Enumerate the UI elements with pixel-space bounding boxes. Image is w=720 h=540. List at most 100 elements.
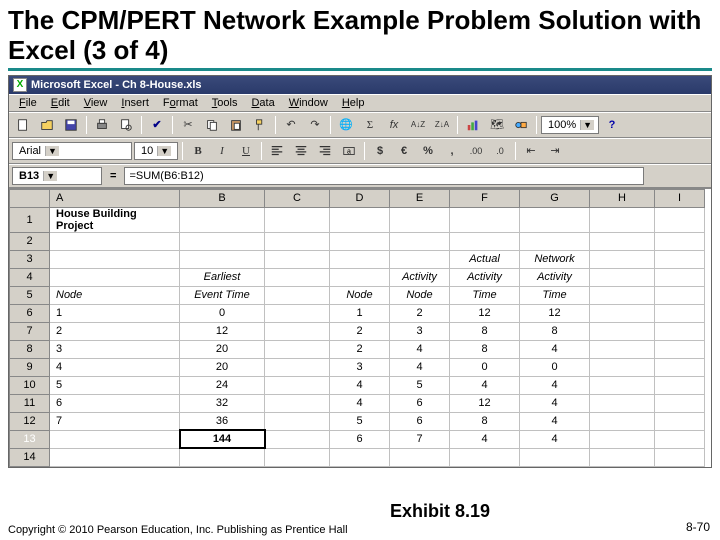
cell-F12[interactable]: 8 <box>450 412 520 430</box>
cell-C5[interactable] <box>265 286 330 304</box>
cell-E10[interactable]: 5 <box>390 376 450 394</box>
cell-D4[interactable] <box>330 268 390 286</box>
drawing-icon[interactable] <box>510 115 532 135</box>
cell-E13[interactable]: 7 <box>390 430 450 448</box>
formula-input[interactable]: =SUM(B6:B12) <box>124 167 644 185</box>
menu-view[interactable]: View <box>78 96 114 110</box>
cell-F11[interactable]: 12 <box>450 394 520 412</box>
cell-E2[interactable] <box>390 232 450 250</box>
cell-E12[interactable]: 6 <box>390 412 450 430</box>
cell-G4[interactable]: Activity <box>520 268 590 286</box>
col-header-I[interactable]: I <box>655 189 705 207</box>
cell-H3[interactable] <box>590 250 655 268</box>
menu-insert[interactable]: Insert <box>115 96 155 110</box>
cell-D8[interactable]: 2 <box>330 340 390 358</box>
cell-I14[interactable] <box>655 448 705 466</box>
col-header-D[interactable]: D <box>330 189 390 207</box>
font-name-combo[interactable]: Arial▼ <box>12 142 132 160</box>
row-header-13[interactable]: 13 <box>10 430 50 448</box>
cell-A4[interactable] <box>50 268 180 286</box>
row-header-1[interactable]: 1 <box>10 207 50 232</box>
row-header-9[interactable]: 9 <box>10 358 50 376</box>
cell-I8[interactable] <box>655 340 705 358</box>
menu-help[interactable]: Help <box>336 96 371 110</box>
cell-F5[interactable]: Time <box>450 286 520 304</box>
menu-window[interactable]: Window <box>283 96 334 110</box>
print-icon[interactable] <box>91 115 113 135</box>
cell-A6[interactable]: 1 <box>50 304 180 322</box>
euro-icon[interactable]: € <box>393 141 415 161</box>
cell-H14[interactable] <box>590 448 655 466</box>
cell-D6[interactable]: 1 <box>330 304 390 322</box>
open-icon[interactable] <box>36 115 58 135</box>
function-icon[interactable]: fx <box>383 115 405 135</box>
cell-I12[interactable] <box>655 412 705 430</box>
cell-A3[interactable] <box>50 250 180 268</box>
cell-B8[interactable]: 20 <box>180 340 265 358</box>
sort-asc-icon[interactable]: A↓Z <box>407 115 429 135</box>
cell-A9[interactable]: 4 <box>50 358 180 376</box>
worksheet-grid[interactable]: ABCDEFGHI1House Building Project23Actual… <box>9 188 711 467</box>
cell-F13[interactable]: 4 <box>450 430 520 448</box>
hyperlink-icon[interactable]: 🌐 <box>335 115 357 135</box>
row-header-8[interactable]: 8 <box>10 340 50 358</box>
new-icon[interactable] <box>12 115 34 135</box>
col-header-E[interactable]: E <box>390 189 450 207</box>
col-header-C[interactable]: C <box>265 189 330 207</box>
cell-B13[interactable]: 144 <box>180 430 265 448</box>
cell-B5[interactable]: Event Time <box>180 286 265 304</box>
cell-E5[interactable]: Node <box>390 286 450 304</box>
menu-edit[interactable]: Edit <box>45 96 76 110</box>
cell-E11[interactable]: 6 <box>390 394 450 412</box>
cell-G14[interactable] <box>520 448 590 466</box>
cell-E7[interactable]: 3 <box>390 322 450 340</box>
cell-G12[interactable]: 4 <box>520 412 590 430</box>
cell-B11[interactable]: 32 <box>180 394 265 412</box>
cell-F7[interactable]: 8 <box>450 322 520 340</box>
cell-C12[interactable] <box>265 412 330 430</box>
cell-C14[interactable] <box>265 448 330 466</box>
cell-A8[interactable]: 3 <box>50 340 180 358</box>
name-box[interactable]: B13▼ <box>12 167 102 185</box>
cell-D1[interactable] <box>330 207 390 232</box>
cell-D3[interactable] <box>330 250 390 268</box>
cell-C13[interactable] <box>265 430 330 448</box>
cell-C10[interactable] <box>265 376 330 394</box>
col-header-F[interactable]: F <box>450 189 520 207</box>
cell-H2[interactable] <box>590 232 655 250</box>
copy-icon[interactable] <box>201 115 223 135</box>
cell-F10[interactable]: 4 <box>450 376 520 394</box>
cell-C3[interactable] <box>265 250 330 268</box>
cell-I3[interactable] <box>655 250 705 268</box>
font-size-combo[interactable]: 10▼ <box>134 142 178 160</box>
col-header-H[interactable]: H <box>590 189 655 207</box>
select-all-corner[interactable] <box>10 189 50 207</box>
cell-G9[interactable]: 0 <box>520 358 590 376</box>
cell-F9[interactable]: 0 <box>450 358 520 376</box>
cell-B12[interactable]: 36 <box>180 412 265 430</box>
cell-B3[interactable] <box>180 250 265 268</box>
cell-A14[interactable] <box>50 448 180 466</box>
row-header-10[interactable]: 10 <box>10 376 50 394</box>
cell-H11[interactable] <box>590 394 655 412</box>
align-left-icon[interactable] <box>266 141 288 161</box>
cell-B7[interactable]: 12 <box>180 322 265 340</box>
menu-tools[interactable]: Tools <box>206 96 244 110</box>
cell-I9[interactable] <box>655 358 705 376</box>
cell-A7[interactable]: 2 <box>50 322 180 340</box>
cell-I11[interactable] <box>655 394 705 412</box>
cell-C4[interactable] <box>265 268 330 286</box>
italic-icon[interactable]: I <box>211 141 233 161</box>
cell-A13[interactable] <box>50 430 180 448</box>
cell-H9[interactable] <box>590 358 655 376</box>
row-header-12[interactable]: 12 <box>10 412 50 430</box>
cell-B10[interactable]: 24 <box>180 376 265 394</box>
cell-I2[interactable] <box>655 232 705 250</box>
menu-data[interactable]: Data <box>245 96 280 110</box>
cell-G5[interactable]: Time <box>520 286 590 304</box>
cell-H1[interactable] <box>590 207 655 232</box>
menu-format[interactable]: Format <box>157 96 204 110</box>
row-header-2[interactable]: 2 <box>10 232 50 250</box>
cell-A11[interactable]: 6 <box>50 394 180 412</box>
align-center-icon[interactable] <box>290 141 312 161</box>
